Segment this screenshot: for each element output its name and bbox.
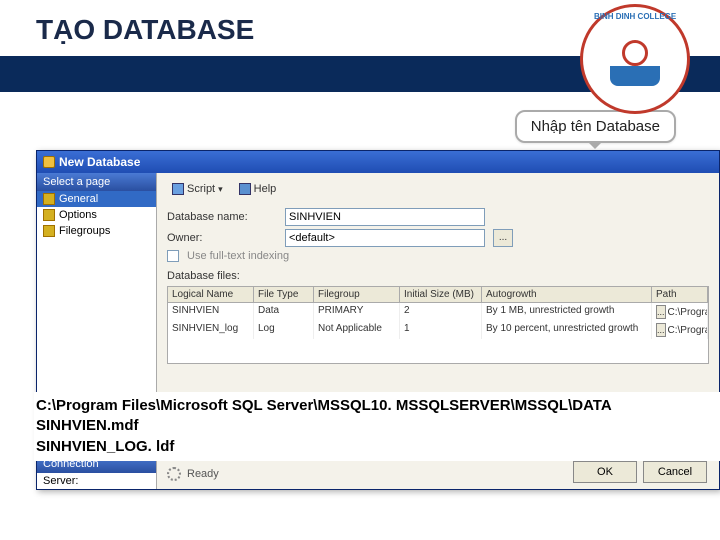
help-button[interactable]: Help <box>234 181 282 197</box>
grid-header-row: Logical Name File Type Filegroup Initial… <box>168 287 708 303</box>
fulltext-checkbox[interactable] <box>167 250 179 262</box>
fulltext-label: Use full-text indexing <box>187 250 289 262</box>
script-icon <box>172 183 184 195</box>
cancel-button[interactable]: Cancel <box>643 461 707 483</box>
college-logo: BINH DINH COLLEGE <box>580 4 690 114</box>
grid-row[interactable]: SINHVIEN Data PRIMARY 2 By 1 MB, unrestr… <box>168 303 708 321</box>
script-button[interactable]: Script ▾ <box>167 181 228 197</box>
sidebar-server-label: Server: <box>37 473 156 489</box>
callout-enter-db-name: Nhập tên Database <box>515 110 676 143</box>
owner-browse-button[interactable]: ... <box>493 229 513 247</box>
dbname-label: Database name: <box>167 211 277 223</box>
page-icon <box>43 193 55 205</box>
status-ready: Ready <box>187 468 219 480</box>
book-icon <box>610 66 660 86</box>
sidebar-header: Select a page <box>37 173 156 191</box>
file-path-overlay: C:\Program Files\Microsoft SQL Server\MS… <box>34 392 720 461</box>
path-browse-button[interactable]: ... <box>656 305 666 319</box>
page-icon <box>43 225 55 237</box>
dbname-input[interactable] <box>285 208 485 226</box>
files-grid: Logical Name File Type Filegroup Initial… <box>167 286 709 364</box>
owner-input[interactable] <box>285 229 485 247</box>
database-icon <box>43 156 55 168</box>
sidebar-item-options[interactable]: Options <box>37 207 156 223</box>
owner-label: Owner: <box>167 232 277 244</box>
gear-icon <box>622 40 648 66</box>
spinner-icon <box>167 467 181 481</box>
ok-button[interactable]: OK <box>573 461 637 483</box>
sidebar-item-filegroups[interactable]: Filegroups <box>37 223 156 239</box>
grid-row[interactable]: SINHVIEN_log Log Not Applicable 1 By 10 … <box>168 321 708 339</box>
sidebar-item-general[interactable]: General <box>37 191 156 207</box>
help-icon <box>239 183 251 195</box>
dialog-titlebar[interactable]: New Database <box>37 151 719 173</box>
page-icon <box>43 209 55 221</box>
database-files-label: Database files: <box>167 270 709 282</box>
path-browse-button[interactable]: ... <box>656 323 666 337</box>
